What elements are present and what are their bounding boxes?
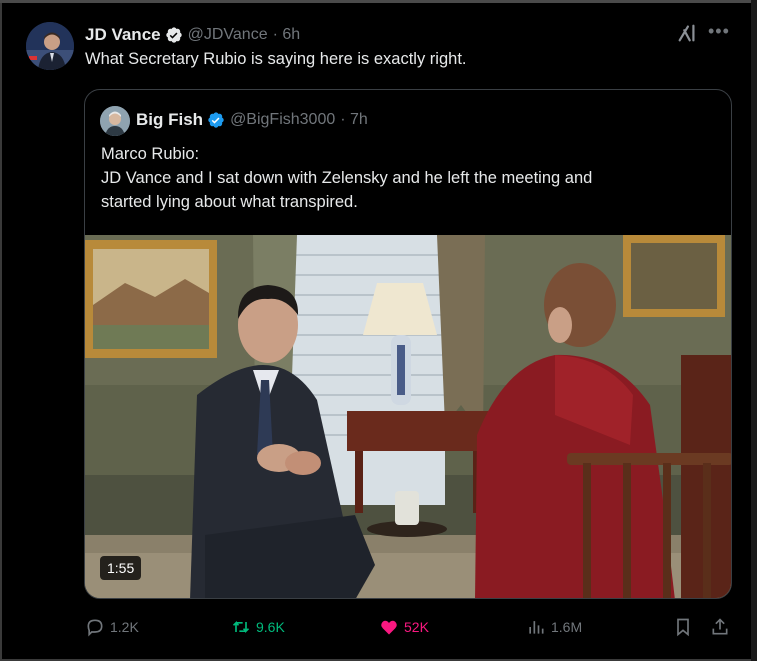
quoted-tweet-header: Big Fish @BigFish3000 · 7h <box>136 109 368 131</box>
views-count: 1.6M <box>551 619 583 635</box>
tweet-header: JD Vance @JDVance · 6h <box>85 24 300 46</box>
quoted-tweet-time[interactable]: · 7h <box>340 111 368 129</box>
verified-badge-icon <box>165 27 182 43</box>
quoted-tweet[interactable]: Big Fish @BigFish3000 · 7h Marco Rubio: … <box>84 89 732 599</box>
quoted-author-handle[interactable]: @BigFish3000 <box>230 111 335 129</box>
reply-count: 1.2K <box>110 619 139 635</box>
bookmark-icon <box>677 618 689 637</box>
author-handle[interactable]: @JDVance <box>188 26 268 44</box>
quoted-text-line: JD Vance and I sat down with Zelensky an… <box>101 169 593 187</box>
tweet-actions: 1.2K 9.6K 52K 1.6M <box>85 612 735 642</box>
quoted-tweet-text: Marco Rubio: JD Vance and I sat down wit… <box>101 142 592 214</box>
quoted-author-name[interactable]: Big Fish <box>136 110 203 130</box>
author-avatar[interactable] <box>26 22 74 70</box>
repost-icon <box>232 620 250 634</box>
verified-badge-icon <box>208 112 224 128</box>
more-icon[interactable]: ••• <box>708 22 730 40</box>
window-top-border <box>0 0 757 3</box>
quoted-text-line: started lying about what transpired. <box>101 193 358 211</box>
share-icon <box>712 618 728 635</box>
tweet-text: What Secretary Rubio is saying here is e… <box>85 50 467 68</box>
video-duration: 1:55 <box>100 556 142 580</box>
author-name[interactable]: JD Vance <box>85 25 161 45</box>
repost-button[interactable]: 9.6K <box>231 612 285 642</box>
reply-icon <box>87 619 103 637</box>
quoted-author-avatar[interactable] <box>100 106 130 136</box>
repost-count: 9.6K <box>256 619 285 635</box>
heart-icon <box>381 620 397 635</box>
share-button[interactable] <box>710 612 735 642</box>
grok-icon[interactable] <box>676 22 698 44</box>
tweet-time[interactable]: · 6h <box>273 26 301 44</box>
video-player[interactable]: 1:55 <box>85 235 731 598</box>
like-count: 52K <box>404 619 429 635</box>
video-thumbnail <box>85 235 731 598</box>
views-icon <box>529 621 544 634</box>
bookmark-button[interactable] <box>673 612 698 642</box>
window-right-border <box>751 0 757 661</box>
quoted-text-line: Marco Rubio: <box>101 145 200 163</box>
views-button[interactable]: 1.6M <box>526 612 582 642</box>
like-button[interactable]: 52K <box>379 612 429 642</box>
reply-button[interactable]: 1.2K <box>85 612 139 642</box>
